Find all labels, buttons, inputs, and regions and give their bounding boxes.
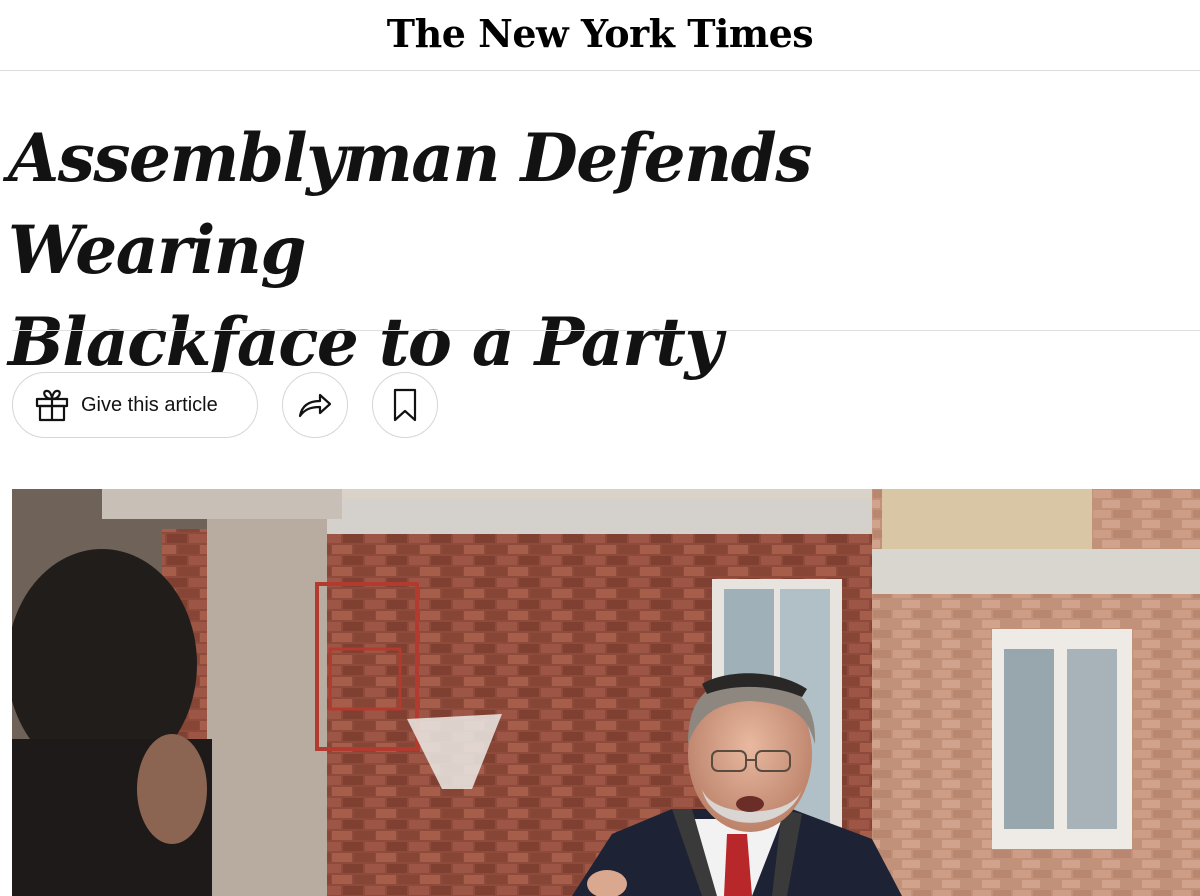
article-headline: Assemblyman Defends Wearing Blackface to…	[8, 112, 1048, 388]
headline-line-2: Blackface to a Party	[8, 303, 723, 381]
share-icon	[296, 390, 334, 420]
give-article-button[interactable]: Give this article	[12, 372, 258, 438]
divider	[12, 330, 1200, 331]
share-button[interactable]	[282, 372, 348, 438]
nyt-logo[interactable]: The New York Times	[387, 15, 814, 53]
save-button[interactable]	[372, 372, 438, 438]
gift-icon	[33, 386, 71, 424]
article-toolbar: Give this article	[12, 372, 438, 438]
lead-photo	[12, 489, 1200, 896]
masthead: The New York Times	[0, 0, 1200, 71]
headline-line-1: Assemblyman Defends Wearing	[8, 119, 812, 289]
give-article-label: Give this article	[81, 393, 218, 416]
bookmark-icon	[392, 388, 418, 422]
